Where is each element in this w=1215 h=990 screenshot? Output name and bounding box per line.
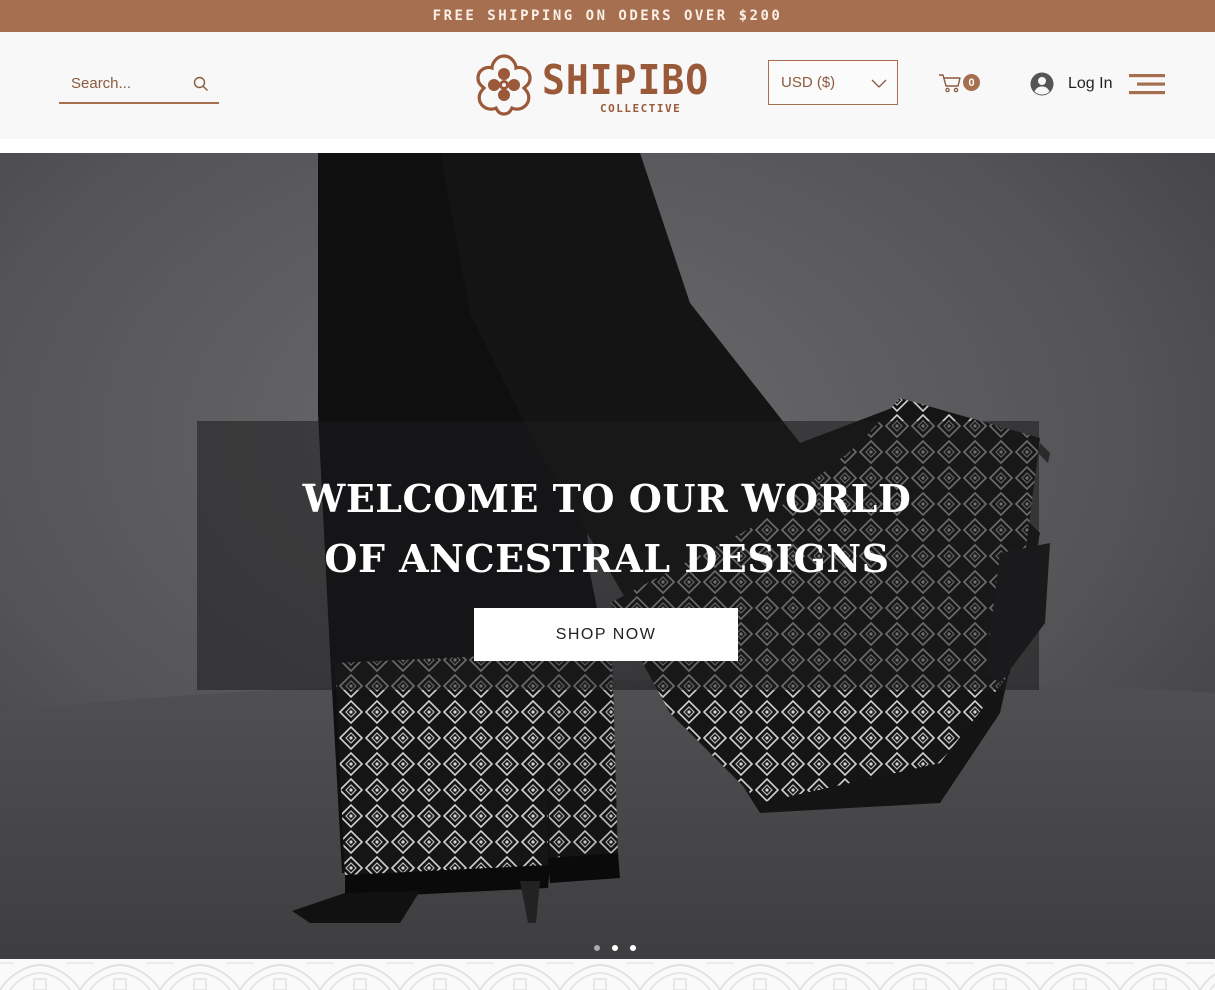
promo-text: FREE SHIPPING ON ODERS OVER $200 <box>432 8 783 24</box>
hero-title-line-2: OF ANCESTRAL DESIGNS <box>324 536 890 581</box>
logo-subtitle: COLLECTIVE <box>600 102 682 115</box>
slide-indicators <box>594 945 644 953</box>
chevron-down-icon <box>871 79 887 88</box>
brand-logo[interactable]: SHIPIBO COLLECTIVE <box>472 52 734 116</box>
hero-slideshow: WELCOME TO OUR WORLD OF ANCESTRAL DESIGN… <box>0 153 1215 959</box>
avatar-icon <box>1030 72 1054 96</box>
login-button[interactable]: Log In <box>1030 70 1112 98</box>
logo-flower-icon <box>476 54 532 116</box>
slide-dot-2[interactable] <box>612 945 618 951</box>
promo-bar: FREE SHIPPING ON ODERS OVER $200 <box>0 0 1215 32</box>
hero-title: WELCOME TO OUR WORLD OF ANCESTRAL DESIGN… <box>197 469 1017 589</box>
cart-icon <box>939 74 961 93</box>
hero-overlay: WELCOME TO OUR WORLD OF ANCESTRAL DESIGN… <box>197 421 1039 690</box>
search-icon[interactable] <box>193 76 209 92</box>
shop-now-button[interactable]: SHOP NOW <box>474 608 738 661</box>
cart-button[interactable]: 0 <box>938 70 984 96</box>
hero-title-line-1: WELCOME TO OUR WORLD <box>302 476 912 521</box>
site-header: SHIPIBO COLLECTIVE USD ($) 0 Log In <box>0 32 1215 139</box>
slide-dot-3[interactable] <box>630 945 636 951</box>
logo-name: SHIPIBO <box>542 56 710 104</box>
currency-value: USD ($) <box>781 74 836 91</box>
decorative-pattern-strip <box>0 959 1215 990</box>
login-label: Log In <box>1068 75 1113 92</box>
currency-select[interactable]: USD ($) <box>768 60 898 105</box>
slide-dot-1[interactable] <box>594 945 600 951</box>
search-input[interactable] <box>71 74 189 92</box>
menu-icon[interactable] <box>1129 72 1165 96</box>
search-box[interactable] <box>59 64 219 104</box>
cart-count-badge: 0 <box>963 74 980 91</box>
